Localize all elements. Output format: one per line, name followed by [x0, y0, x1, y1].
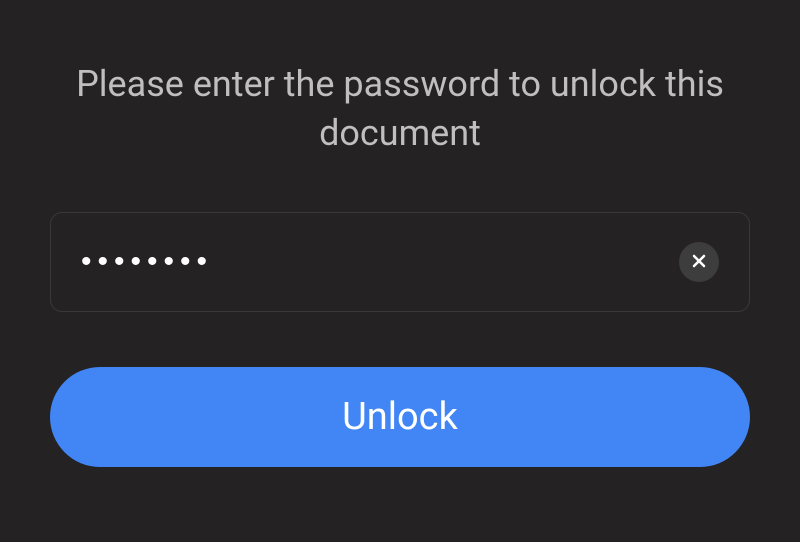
unlock-button[interactable]: Unlock: [50, 367, 750, 467]
unlock-prompt-text: Please enter the password to unlock this…: [50, 60, 750, 157]
password-input[interactable]: ••••••••: [50, 212, 750, 312]
close-icon: [689, 251, 709, 274]
password-masked-value: ••••••••: [81, 245, 679, 279]
clear-password-button[interactable]: [679, 242, 719, 282]
